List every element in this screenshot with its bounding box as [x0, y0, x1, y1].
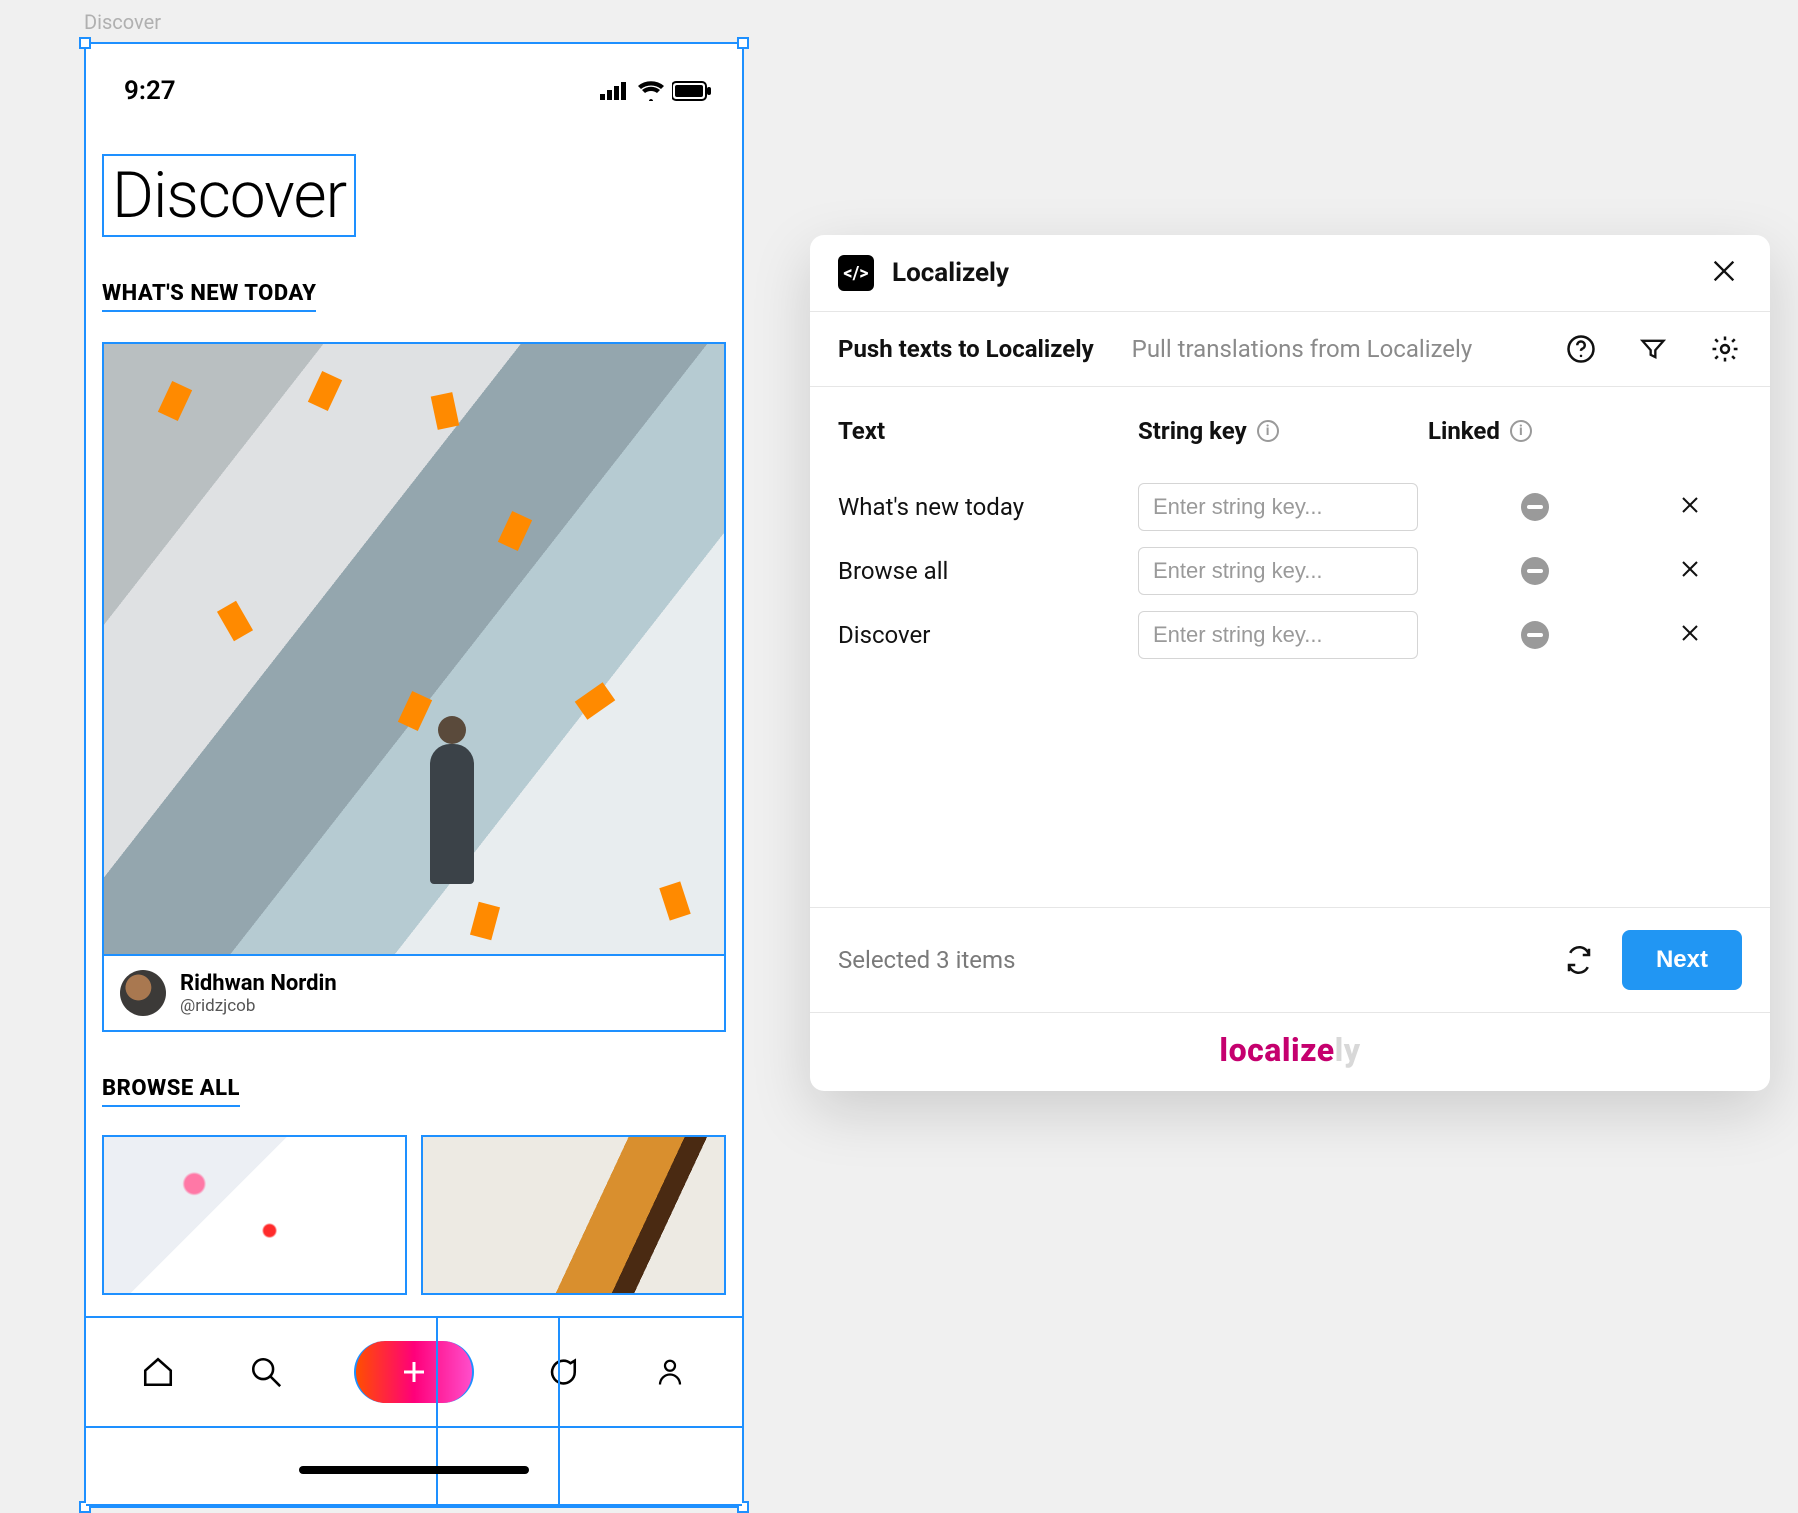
dialog-footer: Selected 3 items Next: [810, 907, 1770, 1012]
battery-icon: [672, 81, 712, 101]
avatar: [120, 970, 166, 1016]
feature-image: [104, 344, 724, 954]
browse-grid: [102, 1135, 726, 1295]
grid-tile[interactable]: [421, 1135, 726, 1295]
remove-row-icon[interactable]: [1678, 557, 1706, 585]
remove-row-icon[interactable]: [1678, 493, 1706, 521]
section-heading-whats-new[interactable]: WHAT'S NEW TODAY: [102, 281, 316, 312]
help-icon[interactable]: [1564, 332, 1598, 366]
tab-bar: [86, 1316, 742, 1506]
status-time: 9:27: [124, 76, 176, 106]
string-key-input[interactable]: [1138, 547, 1418, 595]
author-name: Ridhwan Nordin: [180, 971, 337, 996]
remove-row-icon[interactable]: [1678, 621, 1706, 649]
row-text: Discover: [838, 603, 1138, 667]
footer-logo: localizely: [810, 1012, 1770, 1091]
refresh-icon[interactable]: [1562, 943, 1596, 977]
tab-push[interactable]: Push texts to Localizely: [838, 335, 1094, 363]
author-handle: @ridzjcob: [180, 996, 337, 1016]
mobile-artboard[interactable]: 9:27 Discover WHAT'S NEW TODAY Ridhwan N…: [84, 42, 744, 1508]
close-icon[interactable]: [1710, 257, 1742, 289]
selection-handle-ne[interactable]: [737, 37, 749, 49]
dialog-tabs: Push texts to Localizely Pull translatio…: [810, 311, 1770, 387]
status-icons: [600, 81, 712, 101]
home-indicator: [299, 1466, 529, 1474]
column-linked: Linkedi: [1428, 417, 1642, 475]
tab-pull[interactable]: Pull translations from Localizely: [1132, 335, 1473, 363]
wifi-icon: [638, 81, 664, 101]
dialog-body: Text String keyi Linkedi What's new toda…: [810, 387, 1770, 907]
card-footer: Ridhwan Nordin @ridzjcob: [104, 954, 724, 1030]
search-icon[interactable]: [246, 1352, 286, 1392]
cellular-icon: [600, 82, 630, 100]
selection-status: Selected 3 items: [838, 946, 1015, 974]
page-title[interactable]: Discover: [102, 154, 356, 237]
string-key-input[interactable]: [1138, 483, 1418, 531]
dialog-title: Localizely: [892, 258, 1009, 288]
home-icon[interactable]: [138, 1352, 178, 1392]
info-icon[interactable]: i: [1257, 420, 1279, 442]
string-key-input[interactable]: [1138, 611, 1418, 659]
column-text: Text: [838, 417, 1138, 475]
localizely-dialog: </> Localizely Push texts to Localizely …: [810, 235, 1770, 1091]
next-button[interactable]: Next: [1622, 930, 1742, 990]
frame-label: Discover: [84, 10, 161, 34]
dialog-header: </> Localizely: [810, 235, 1770, 311]
chat-icon[interactable]: [542, 1352, 582, 1392]
grid-tile[interactable]: [102, 1135, 407, 1295]
selection-handle-nw[interactable]: [79, 37, 91, 49]
info-icon[interactable]: i: [1510, 420, 1532, 442]
row-text: Browse all: [838, 539, 1138, 603]
linked-status-icon: [1521, 621, 1549, 649]
brand-icon: </>: [838, 255, 874, 291]
linked-status-icon: [1521, 493, 1549, 521]
column-key: String keyi: [1138, 417, 1428, 475]
status-bar: 9:27: [86, 44, 742, 114]
row-text: What's new today: [838, 475, 1138, 539]
feature-card[interactable]: Ridhwan Nordin @ridzjcob: [102, 342, 726, 1032]
fab-add-button[interactable]: [354, 1341, 474, 1403]
profile-icon[interactable]: [650, 1352, 690, 1392]
section-heading-browse-all[interactable]: BROWSE ALL: [102, 1076, 240, 1107]
gear-icon[interactable]: [1708, 332, 1742, 366]
linked-status-icon: [1521, 557, 1549, 585]
filter-icon[interactable]: [1636, 332, 1670, 366]
